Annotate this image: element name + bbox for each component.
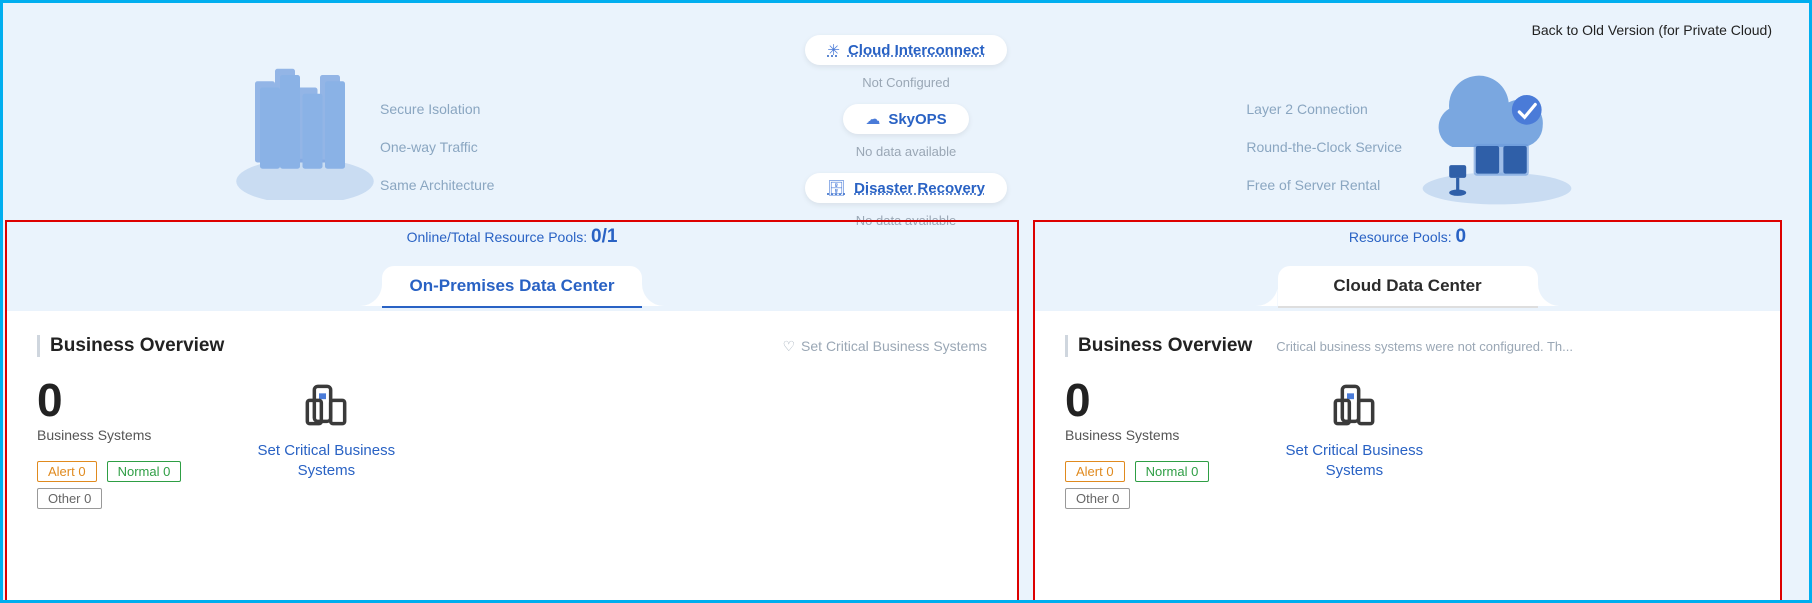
dashboard-icon: ☁	[865, 111, 880, 128]
disaster-recovery-pill[interactable]: 🗄Disaster Recovery	[805, 173, 1007, 203]
cloud-monitor-icon	[1412, 50, 1582, 210]
on-prem-dashboard: Online/Total Resource Pools: 0/1 On-Prem…	[5, 220, 1019, 603]
cloud-overview-note: Critical business systems were not confi…	[1276, 339, 1573, 354]
on-prem-pool-row: Online/Total Resource Pools: 0/1	[7, 222, 1017, 266]
interconnect-icon: ✳	[827, 42, 840, 59]
feature-item: Free of Server Rental	[1246, 166, 1402, 204]
cloud-system-label: Business Systems	[1065, 427, 1209, 443]
cloud-overview-title: Business Overview	[1065, 335, 1252, 357]
system-icon	[1326, 377, 1382, 433]
feature-item: Round-the-Clock Service	[1246, 128, 1402, 166]
on-prem-feature-list: Secure Isolation One-way Traffic Same Ar…	[380, 90, 494, 204]
feature-item: Layer 2 Connection	[1246, 90, 1402, 128]
feature-item: Same Architecture	[380, 166, 494, 204]
status-badge-other[interactable]: Other 0	[37, 488, 102, 509]
heart-icon: ♡	[782, 338, 795, 354]
cloud-dashboard: Resource Pools: 0 Cloud Data Center Busi…	[1033, 220, 1782, 603]
set-critical-card-label: Set Critical Business Systems	[251, 441, 401, 480]
tab-on-prem-data-center[interactable]: On-Premises Data Center	[382, 266, 642, 308]
set-critical-systems-link[interactable]: ♡Set Critical Business Systems	[782, 338, 987, 355]
status-badge-other[interactable]: Other 0	[1065, 488, 1130, 509]
set-critical-card[interactable]: Set Critical Business Systems	[1279, 377, 1429, 480]
dr-icon: 🗄	[827, 180, 846, 197]
on-prem-system-label: Business Systems	[37, 427, 181, 443]
center-services-column: ✳Cloud Interconnect Not Configured ☁SkyO…	[786, 35, 1026, 242]
status-badge-normal[interactable]: Normal 0	[1135, 461, 1210, 482]
feature-item: Secure Isolation	[380, 90, 494, 128]
skyops-pill[interactable]: ☁SkyOPS	[843, 104, 968, 134]
status-badge-normal[interactable]: Normal 0	[107, 461, 182, 482]
status-badge-alert[interactable]: Alert 0	[1065, 461, 1125, 482]
system-icon	[298, 377, 354, 433]
cloud-interconnect-pill[interactable]: ✳Cloud Interconnect	[805, 35, 1006, 65]
set-critical-card[interactable]: Set Critical Business Systems	[251, 377, 401, 480]
cloud-interconnect-status: Not Configured	[786, 75, 1026, 90]
on-prem-overview-title: Business Overview	[37, 335, 224, 357]
cloud-pool-row: Resource Pools: 0	[1035, 222, 1780, 266]
topology-area: Secure Isolation One-way Traffic Same Ar…	[0, 20, 1812, 210]
set-critical-card-label: Set Critical Business Systems	[1279, 441, 1429, 480]
status-badge-alert[interactable]: Alert 0	[37, 461, 97, 482]
on-prem-servers-icon	[230, 50, 380, 200]
on-prem-system-count: 0	[37, 377, 181, 423]
cloud-feature-list: Layer 2 Connection Round-the-Clock Servi…	[1246, 90, 1402, 204]
skyops-status: No data available	[786, 144, 1026, 159]
feature-item: One-way Traffic	[380, 128, 494, 166]
tab-cloud-data-center[interactable]: Cloud Data Center	[1278, 266, 1538, 308]
cloud-system-count: 0	[1065, 377, 1209, 423]
